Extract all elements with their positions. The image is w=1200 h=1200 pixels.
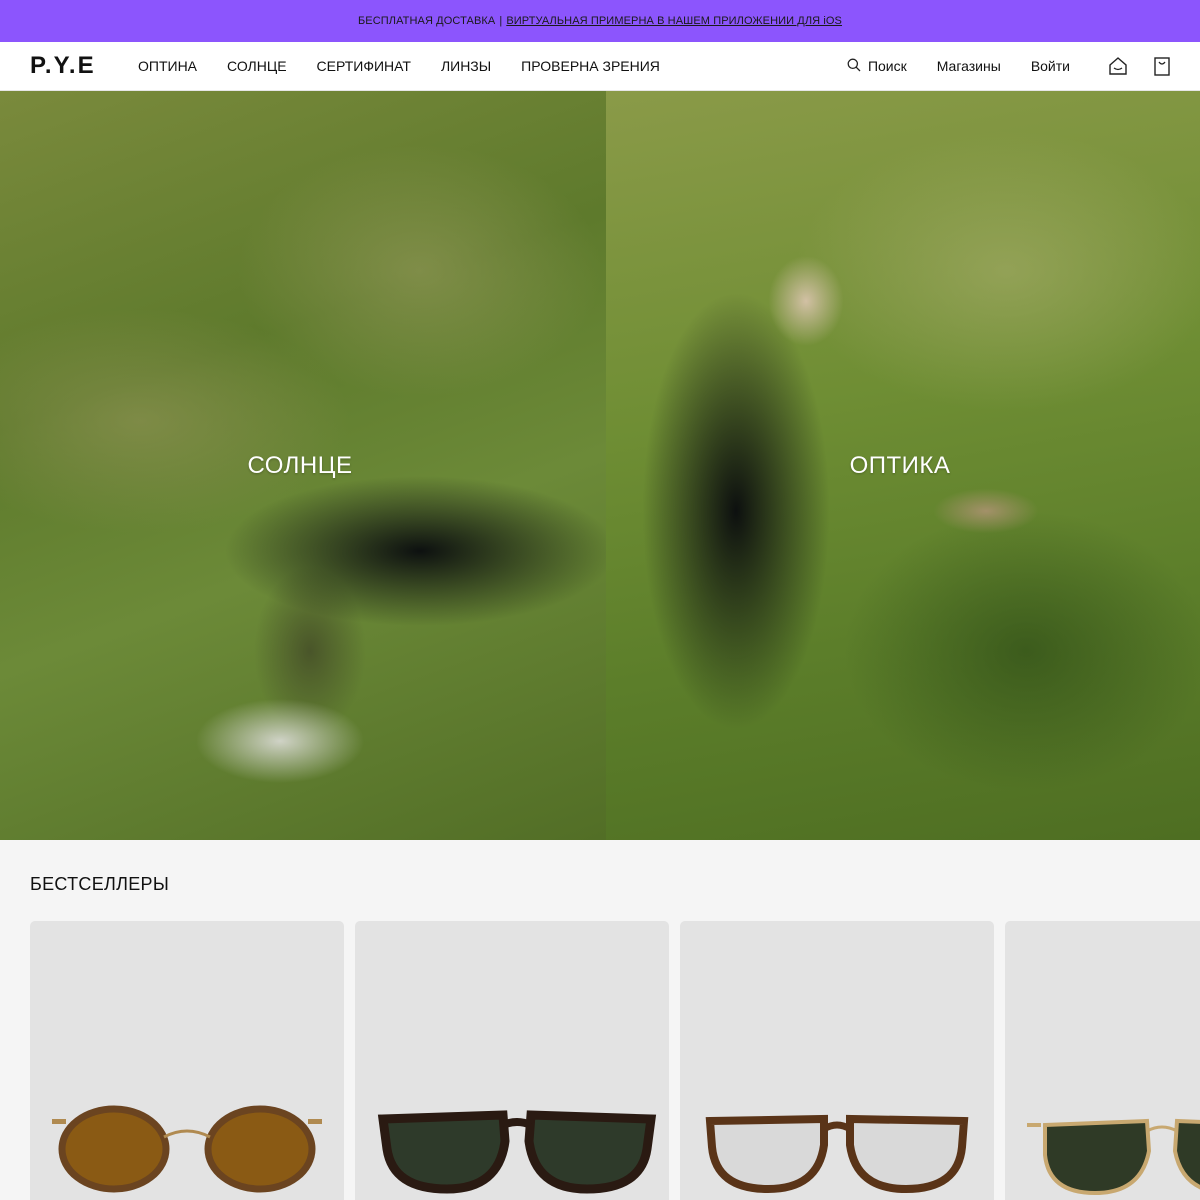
header-actions: Поиск Магазины Войти xyxy=(847,56,1170,76)
nav-item-lenses[interactable]: ЛИНЗЫ xyxy=(441,58,491,74)
product-card[interactable] xyxy=(680,921,994,1200)
search-button[interactable]: Поиск xyxy=(847,58,907,75)
hero-sun-label[interactable]: СОЛНЦЕ xyxy=(247,452,352,480)
stores-link[interactable]: Магазины xyxy=(937,58,1001,74)
promo-app-link[interactable]: ВИРТУАЛЬНАЯ ПРИМЕРНА В НАШЕМ ПРИЛОЖЕНИИ … xyxy=(506,15,842,27)
bestsellers-section: БЕСТСЕЛЛЕРЫ xyxy=(0,840,1200,1200)
nav-item-eye-test[interactable]: ПРОВЕРНА ЗРЕНИЯ xyxy=(521,58,660,74)
cart-icon[interactable] xyxy=(1154,56,1170,76)
login-link[interactable]: Войти xyxy=(1031,58,1070,74)
logo[interactable]: P.Y.E xyxy=(30,52,138,80)
site-header: P.Y.E ОПТИНА СОЛНЦЕ СЕРТИФИНАТ ЛИНЗЫ ПРО… xyxy=(0,42,1200,91)
nav-item-certificate[interactable]: СЕРТИФИНАТ xyxy=(317,58,411,74)
search-icon xyxy=(847,58,861,75)
round-tortoise-eyeglasses-icon xyxy=(705,1114,969,1194)
round-tortoise-sunglasses-icon xyxy=(52,1105,322,1193)
search-label: Поиск xyxy=(867,58,907,74)
nav-item-optics[interactable]: ОПТИНА xyxy=(138,58,197,74)
hero-optics-label[interactable]: ОПТИКА xyxy=(850,452,951,480)
hero-optics-panel[interactable]: ОПТИКА xyxy=(606,91,1200,840)
metal-green-sunglasses-icon xyxy=(1027,1118,1200,1196)
hero-banner: СОЛНЦЕ ОПТИКА xyxy=(0,91,1200,840)
main-nav: ОПТИНА СОЛНЦЕ СЕРТИФИНАТ ЛИНЗЫ ПРОВЕРНА … xyxy=(138,58,660,74)
promo-text: БЕСПЛАТНАЯ ДОСТАВКА xyxy=(357,15,496,27)
home-icon[interactable] xyxy=(1108,56,1128,76)
product-list xyxy=(30,921,1200,1200)
bestsellers-title: БЕСТСЕЛЛЕРЫ xyxy=(30,874,170,894)
promo-separator: | xyxy=(499,15,503,27)
hero-sun-panel[interactable]: СОЛНЦЕ xyxy=(0,91,606,840)
product-card[interactable] xyxy=(30,921,344,1200)
square-dark-sunglasses-icon xyxy=(377,1110,657,1194)
nav-item-sun[interactable]: СОЛНЦЕ xyxy=(227,58,287,74)
product-card[interactable] xyxy=(355,921,669,1200)
promo-bar: БЕСПЛАТНАЯ ДОСТАВКА | ВИРТУАЛЬНАЯ ПРИМЕР… xyxy=(0,0,1200,42)
product-card[interactable] xyxy=(1005,921,1200,1200)
